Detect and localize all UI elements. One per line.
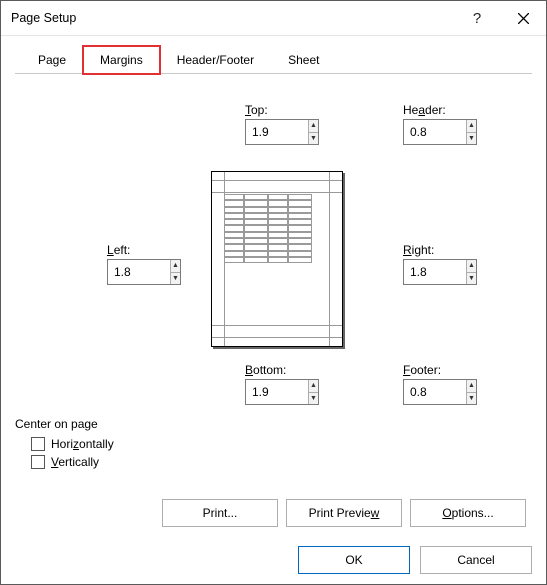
- margin-right-label: Right:: [403, 243, 499, 257]
- mini-table-icon: [224, 194, 300, 263]
- cancel-button[interactable]: Cancel: [420, 546, 532, 574]
- checkbox-icon: [31, 437, 45, 451]
- guide-line: [329, 172, 330, 346]
- tab-header-footer[interactable]: Header/Footer: [160, 46, 271, 74]
- margin-top-input[interactable]: [246, 120, 308, 144]
- tabstrip: Page Margins Header/Footer Sheet: [15, 46, 532, 74]
- spin-down-icon[interactable]: ▼: [467, 272, 476, 285]
- checkbox-icon: [31, 455, 45, 469]
- spin-down-icon[interactable]: ▼: [309, 392, 318, 405]
- help-icon: ?: [473, 10, 481, 27]
- options-button[interactable]: Options...: [410, 499, 526, 527]
- checkbox-vertically-label: Vertically: [51, 455, 99, 469]
- margin-top-spinner[interactable]: ▲ ▼: [245, 119, 319, 145]
- margin-top-field: Top: ▲ ▼: [245, 103, 341, 145]
- margin-header-field: Header: ▲ ▼: [403, 103, 499, 145]
- options-button-label: Options...: [442, 506, 493, 520]
- center-title: Center on page: [15, 417, 532, 431]
- spin-up-icon[interactable]: ▲: [171, 260, 180, 272]
- spin-down-icon[interactable]: ▼: [309, 132, 318, 145]
- page-preview-sheet: [211, 171, 343, 347]
- checkbox-horizontally[interactable]: Horizontally: [31, 437, 532, 451]
- page-setup-dialog: Page Setup ? Page Margins Header/Footer …: [0, 0, 547, 585]
- spin-down-icon[interactable]: ▼: [467, 132, 476, 145]
- close-button[interactable]: [500, 1, 546, 35]
- margin-bottom-label: Bottom:: [245, 363, 341, 377]
- dialog-body: Page Margins Header/Footer Sheet Top: ▲ …: [1, 36, 546, 536]
- titlebar: Page Setup ?: [1, 1, 546, 36]
- tab-button-row: Print... Print Preview Options...: [162, 499, 526, 527]
- margin-left-input[interactable]: [108, 260, 170, 284]
- margin-left-label: Left:: [107, 243, 203, 257]
- print-button[interactable]: Print...: [162, 499, 278, 527]
- help-button[interactable]: ?: [454, 1, 500, 35]
- margin-footer-input[interactable]: [404, 380, 466, 404]
- spin-up-icon[interactable]: ▲: [309, 120, 318, 132]
- tab-sheet[interactable]: Sheet: [271, 46, 336, 74]
- margin-left-field: Left: ▲ ▼: [107, 243, 203, 285]
- margin-bottom-input[interactable]: [246, 380, 308, 404]
- spin-up-icon[interactable]: ▲: [467, 120, 476, 132]
- margin-top-label: Top:: [245, 103, 341, 117]
- page-preview: [211, 171, 343, 347]
- margin-left-spinner[interactable]: ▲ ▼: [107, 259, 181, 285]
- guide-line: [212, 337, 342, 338]
- margin-footer-spinner[interactable]: ▲ ▼: [403, 379, 477, 405]
- spinner-buttons: ▲ ▼: [466, 260, 476, 284]
- titlebar-buttons: ?: [454, 1, 546, 35]
- margin-header-label: Header:: [403, 103, 499, 117]
- spin-up-icon[interactable]: ▲: [467, 380, 476, 392]
- spin-up-icon[interactable]: ▲: [309, 380, 318, 392]
- margin-right-input[interactable]: [404, 260, 466, 284]
- spin-down-icon[interactable]: ▼: [171, 272, 180, 285]
- spinner-buttons: ▲ ▼: [308, 380, 318, 404]
- checkbox-vertically[interactable]: Vertically: [31, 455, 532, 469]
- spin-up-icon[interactable]: ▲: [467, 260, 476, 272]
- checkbox-horizontally-label: Horizontally: [51, 437, 114, 451]
- spinner-buttons: ▲ ▼: [170, 260, 180, 284]
- spinner-buttons: ▲ ▼: [466, 380, 476, 404]
- close-icon: [518, 13, 529, 24]
- window-title: Page Setup: [11, 11, 454, 25]
- center-on-page-group: Center on page Horizontally Vertically: [15, 417, 532, 473]
- margin-bottom-spinner[interactable]: ▲ ▼: [245, 379, 319, 405]
- margin-right-spinner[interactable]: ▲ ▼: [403, 259, 477, 285]
- guide-line: [212, 325, 342, 326]
- margin-header-input[interactable]: [404, 120, 466, 144]
- margin-header-spinner[interactable]: ▲ ▼: [403, 119, 477, 145]
- tab-content-margins: Top: ▲ ▼ Header: ▲ ▼: [15, 75, 532, 505]
- guide-line: [212, 192, 342, 193]
- tab-page[interactable]: Page: [21, 46, 83, 74]
- margin-right-field: Right: ▲ ▼: [403, 243, 499, 285]
- tab-margins[interactable]: Margins: [83, 46, 160, 74]
- margin-bottom-field: Bottom: ▲ ▼: [245, 363, 341, 405]
- print-preview-button[interactable]: Print Preview: [286, 499, 402, 527]
- guide-line: [212, 180, 342, 181]
- ok-button[interactable]: OK: [298, 546, 410, 574]
- margin-footer-label: Footer:: [403, 363, 499, 377]
- print-button-label: Print...: [203, 506, 238, 520]
- spin-down-icon[interactable]: ▼: [467, 392, 476, 405]
- print-preview-button-label: Print Preview: [309, 506, 380, 520]
- spinner-buttons: ▲ ▼: [466, 120, 476, 144]
- margin-footer-field: Footer: ▲ ▼: [403, 363, 499, 405]
- dialog-footer: OK Cancel: [1, 536, 546, 584]
- spinner-buttons: ▲ ▼: [308, 120, 318, 144]
